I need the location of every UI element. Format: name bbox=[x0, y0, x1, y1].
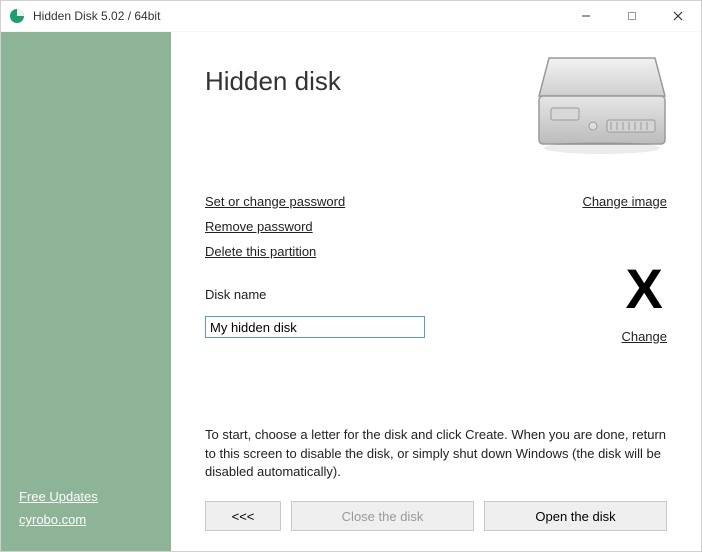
sidebar: Free Updates cyrobo.com bbox=[1, 32, 171, 551]
app-icon bbox=[9, 8, 25, 24]
close-button[interactable] bbox=[655, 1, 701, 31]
maximize-button[interactable] bbox=[609, 1, 655, 31]
window-title: Hidden Disk 5.02 / 64bit bbox=[33, 9, 563, 23]
disk-name-label: Disk name bbox=[205, 287, 425, 302]
minimize-button[interactable] bbox=[563, 1, 609, 31]
right-column: Change image X Change bbox=[582, 194, 667, 344]
back-button[interactable]: <<< bbox=[205, 501, 281, 531]
change-letter-link[interactable]: Change bbox=[621, 329, 667, 344]
disk-name-input[interactable] bbox=[205, 316, 425, 338]
close-disk-button[interactable]: Close the disk bbox=[291, 501, 474, 531]
titlebar: Hidden Disk 5.02 / 64bit bbox=[1, 1, 701, 32]
links-row: Set or change password Remove password D… bbox=[205, 194, 667, 344]
open-disk-button[interactable]: Open the disk bbox=[484, 501, 667, 531]
left-links: Set or change password Remove password D… bbox=[205, 194, 425, 338]
drive-letter-block: X Change bbox=[621, 261, 667, 344]
set-password-link[interactable]: Set or change password bbox=[205, 194, 425, 209]
change-image-link[interactable]: Change image bbox=[582, 194, 667, 209]
header-row: Hidden disk bbox=[205, 60, 667, 158]
disk-image bbox=[537, 50, 667, 158]
instructions-text: To start, choose a letter for the disk a… bbox=[205, 426, 667, 481]
button-row: <<< Close the disk Open the disk bbox=[205, 501, 667, 531]
drive-letter: X bbox=[626, 261, 663, 317]
remove-password-link[interactable]: Remove password bbox=[205, 219, 425, 234]
app-window: Hidden Disk 5.02 / 64bit Free Updates cy… bbox=[0, 0, 702, 552]
body: Free Updates cyrobo.com Hidden disk bbox=[1, 32, 701, 551]
free-updates-link[interactable]: Free Updates bbox=[19, 489, 153, 504]
page-title: Hidden disk bbox=[205, 66, 341, 97]
delete-partition-link[interactable]: Delete this partition bbox=[205, 244, 425, 259]
window-controls bbox=[563, 1, 701, 31]
vendor-link[interactable]: cyrobo.com bbox=[19, 512, 153, 527]
main-content: Hidden disk bbox=[171, 32, 701, 551]
